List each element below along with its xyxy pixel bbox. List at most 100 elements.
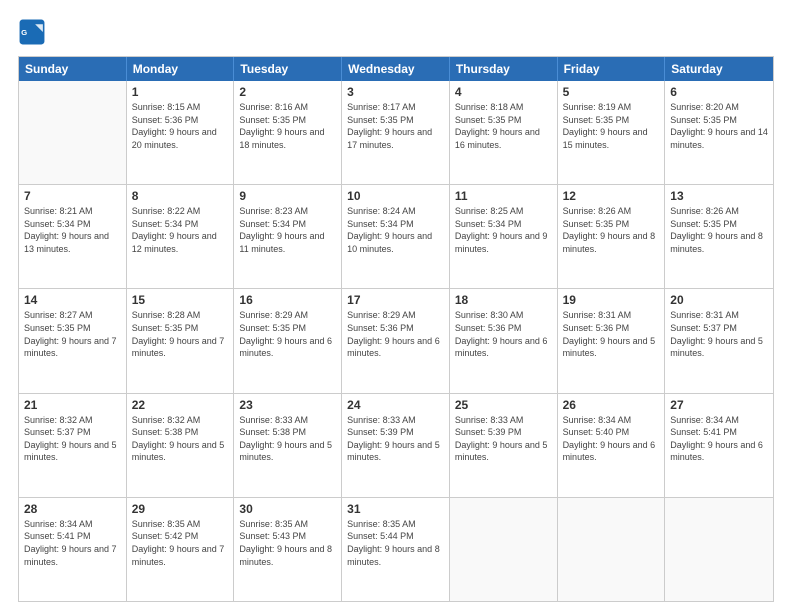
calendar: SundayMondayTuesdayWednesdayThursdayFrid…	[18, 56, 774, 602]
day-info: Sunrise: 8:25 AMSunset: 5:34 PMDaylight:…	[455, 205, 552, 255]
day-cell-4: 4Sunrise: 8:18 AMSunset: 5:35 PMDaylight…	[450, 81, 558, 184]
header-day-monday: Monday	[127, 57, 235, 81]
empty-cell	[558, 498, 666, 601]
day-cell-13: 13Sunrise: 8:26 AMSunset: 5:35 PMDayligh…	[665, 185, 773, 288]
logo: G	[18, 18, 50, 46]
day-number: 28	[24, 502, 121, 516]
calendar-row-1: 1 Sunrise: 8:15 AMSunset: 5:36 PMDaylight…	[19, 81, 773, 185]
day-number: 27	[670, 398, 768, 412]
calendar-row-4: 21Sunrise: 8:32 AMSunset: 5:37 PMDayligh…	[19, 394, 773, 498]
day-info: Sunrise: 8:22 AMSunset: 5:34 PMDaylight:…	[132, 205, 229, 255]
day-info: Sunrise: 8:21 AMSunset: 5:34 PMDaylight:…	[24, 205, 121, 255]
day-info: Sunrise: 8:34 AMSunset: 5:41 PMDaylight:…	[670, 414, 768, 464]
day-info: Sunrise: 8:27 AMSunset: 5:35 PMDaylight:…	[24, 309, 121, 359]
day-info: Sunrise: 8:20 AMSunset: 5:35 PMDaylight:…	[670, 101, 768, 151]
day-cell-6: 6 Sunrise: 8:20 AMSunset: 5:35 PMDaylight…	[665, 81, 773, 184]
day-info: Sunrise: 8:32 AMSunset: 5:38 PMDaylight:…	[132, 414, 229, 464]
day-number: 11	[455, 189, 552, 203]
day-number: 25	[455, 398, 552, 412]
day-info: Sunrise: 8:29 AMSunset: 5:36 PMDaylight:…	[347, 309, 444, 359]
day-cell-17: 17 Sunrise: 8:29 AMSunset: 5:36 PMDayligh…	[342, 289, 450, 392]
day-info: Sunrise: 8:32 AMSunset: 5:37 PMDaylight:…	[24, 414, 121, 464]
day-info: Sunrise: 8:35 AMSunset: 5:44 PMDaylight:…	[347, 518, 444, 568]
day-number: 15	[132, 293, 229, 307]
day-number: 16	[239, 293, 336, 307]
day-cell-29: 29 Sunrise: 8:35 AMSunset: 5:42 PMDayligh…	[127, 498, 235, 601]
day-cell-15: 15 Sunrise: 8:28 AMSunset: 5:35 PMDayligh…	[127, 289, 235, 392]
day-cell-5: 5 Sunrise: 8:19 AMSunset: 5:35 PMDaylight…	[558, 81, 666, 184]
day-cell-27: 27 Sunrise: 8:34 AMSunset: 5:41 PMDayligh…	[665, 394, 773, 497]
header-day-wednesday: Wednesday	[342, 57, 450, 81]
day-number: 8	[132, 189, 229, 203]
day-info: Sunrise: 8:33 AMSunset: 5:39 PMDaylight:…	[347, 414, 444, 464]
day-cell-30: 30Sunrise: 8:35 AMSunset: 5:43 PMDayligh…	[234, 498, 342, 601]
day-info: Sunrise: 8:34 AMSunset: 5:40 PMDaylight:…	[563, 414, 660, 464]
day-info: Sunrise: 8:16 AMSunset: 5:35 PMDaylight:…	[239, 101, 336, 151]
day-cell-31: 31 Sunrise: 8:35 AMSunset: 5:44 PMDayligh…	[342, 498, 450, 601]
day-number: 6	[670, 85, 768, 99]
logo-icon: G	[18, 18, 46, 46]
day-info: Sunrise: 8:19 AMSunset: 5:35 PMDaylight:…	[563, 101, 660, 151]
day-info: Sunrise: 8:15 AMSunset: 5:36 PMDaylight:…	[132, 101, 229, 151]
day-number: 19	[563, 293, 660, 307]
day-info: Sunrise: 8:34 AMSunset: 5:41 PMDaylight:…	[24, 518, 121, 568]
calendar-header: SundayMondayTuesdayWednesdayThursdayFrid…	[19, 57, 773, 81]
header-day-thursday: Thursday	[450, 57, 558, 81]
day-number: 31	[347, 502, 444, 516]
day-cell-26: 26 Sunrise: 8:34 AMSunset: 5:40 PMDayligh…	[558, 394, 666, 497]
day-cell-9: 9 Sunrise: 8:23 AMSunset: 5:34 PMDaylight…	[234, 185, 342, 288]
svg-text:G: G	[21, 28, 27, 37]
day-info: Sunrise: 8:26 AMSunset: 5:35 PMDaylight:…	[670, 205, 768, 255]
day-number: 3	[347, 85, 444, 99]
day-number: 4	[455, 85, 552, 99]
day-cell-20: 20Sunrise: 8:31 AMSunset: 5:37 PMDayligh…	[665, 289, 773, 392]
day-cell-18: 18 Sunrise: 8:30 AMSunset: 5:36 PMDayligh…	[450, 289, 558, 392]
day-info: Sunrise: 8:24 AMSunset: 5:34 PMDaylight:…	[347, 205, 444, 255]
day-cell-25: 25 Sunrise: 8:33 AMSunset: 5:39 PMDayligh…	[450, 394, 558, 497]
day-cell-2: 2 Sunrise: 8:16 AMSunset: 5:35 PMDaylight…	[234, 81, 342, 184]
day-number: 30	[239, 502, 336, 516]
day-info: Sunrise: 8:17 AMSunset: 5:35 PMDaylight:…	[347, 101, 444, 151]
day-info: Sunrise: 8:26 AMSunset: 5:35 PMDaylight:…	[563, 205, 660, 255]
day-number: 24	[347, 398, 444, 412]
header-day-saturday: Saturday	[665, 57, 773, 81]
day-number: 12	[563, 189, 660, 203]
day-number: 26	[563, 398, 660, 412]
day-info: Sunrise: 8:23 AMSunset: 5:34 PMDaylight:…	[239, 205, 336, 255]
day-number: 1	[132, 85, 229, 99]
day-number: 2	[239, 85, 336, 99]
day-number: 29	[132, 502, 229, 516]
day-cell-3: 3 Sunrise: 8:17 AMSunset: 5:35 PMDaylight…	[342, 81, 450, 184]
day-number: 18	[455, 293, 552, 307]
header: G	[18, 18, 774, 46]
day-info: Sunrise: 8:35 AMSunset: 5:42 PMDaylight:…	[132, 518, 229, 568]
day-cell-14: 14 Sunrise: 8:27 AMSunset: 5:35 PMDayligh…	[19, 289, 127, 392]
day-info: Sunrise: 8:31 AMSunset: 5:36 PMDaylight:…	[563, 309, 660, 359]
day-info: Sunrise: 8:33 AMSunset: 5:38 PMDaylight:…	[239, 414, 336, 464]
day-cell-28: 28 Sunrise: 8:34 AMSunset: 5:41 PMDayligh…	[19, 498, 127, 601]
day-number: 20	[670, 293, 768, 307]
day-cell-8: 8 Sunrise: 8:22 AMSunset: 5:34 PMDaylight…	[127, 185, 235, 288]
calendar-body: 1 Sunrise: 8:15 AMSunset: 5:36 PMDaylight…	[19, 81, 773, 601]
empty-cell	[665, 498, 773, 601]
day-number: 22	[132, 398, 229, 412]
day-cell-21: 21Sunrise: 8:32 AMSunset: 5:37 PMDayligh…	[19, 394, 127, 497]
day-cell-10: 10 Sunrise: 8:24 AMSunset: 5:34 PMDayligh…	[342, 185, 450, 288]
day-cell-11: 11 Sunrise: 8:25 AMSunset: 5:34 PMDayligh…	[450, 185, 558, 288]
day-number: 17	[347, 293, 444, 307]
day-cell-22: 22 Sunrise: 8:32 AMSunset: 5:38 PMDayligh…	[127, 394, 235, 497]
day-info: Sunrise: 8:28 AMSunset: 5:35 PMDaylight:…	[132, 309, 229, 359]
day-info: Sunrise: 8:33 AMSunset: 5:39 PMDaylight:…	[455, 414, 552, 464]
day-number: 9	[239, 189, 336, 203]
header-day-friday: Friday	[558, 57, 666, 81]
calendar-row-5: 28 Sunrise: 8:34 AMSunset: 5:41 PMDayligh…	[19, 498, 773, 601]
day-cell-12: 12 Sunrise: 8:26 AMSunset: 5:35 PMDayligh…	[558, 185, 666, 288]
day-number: 14	[24, 293, 121, 307]
day-number: 10	[347, 189, 444, 203]
day-cell-7: 7Sunrise: 8:21 AMSunset: 5:34 PMDaylight…	[19, 185, 127, 288]
day-cell-23: 23Sunrise: 8:33 AMSunset: 5:38 PMDayligh…	[234, 394, 342, 497]
day-info: Sunrise: 8:30 AMSunset: 5:36 PMDaylight:…	[455, 309, 552, 359]
empty-cell	[19, 81, 127, 184]
day-number: 5	[563, 85, 660, 99]
page: G SundayMondayTuesdayWednesdayThursdayFr…	[0, 0, 792, 612]
